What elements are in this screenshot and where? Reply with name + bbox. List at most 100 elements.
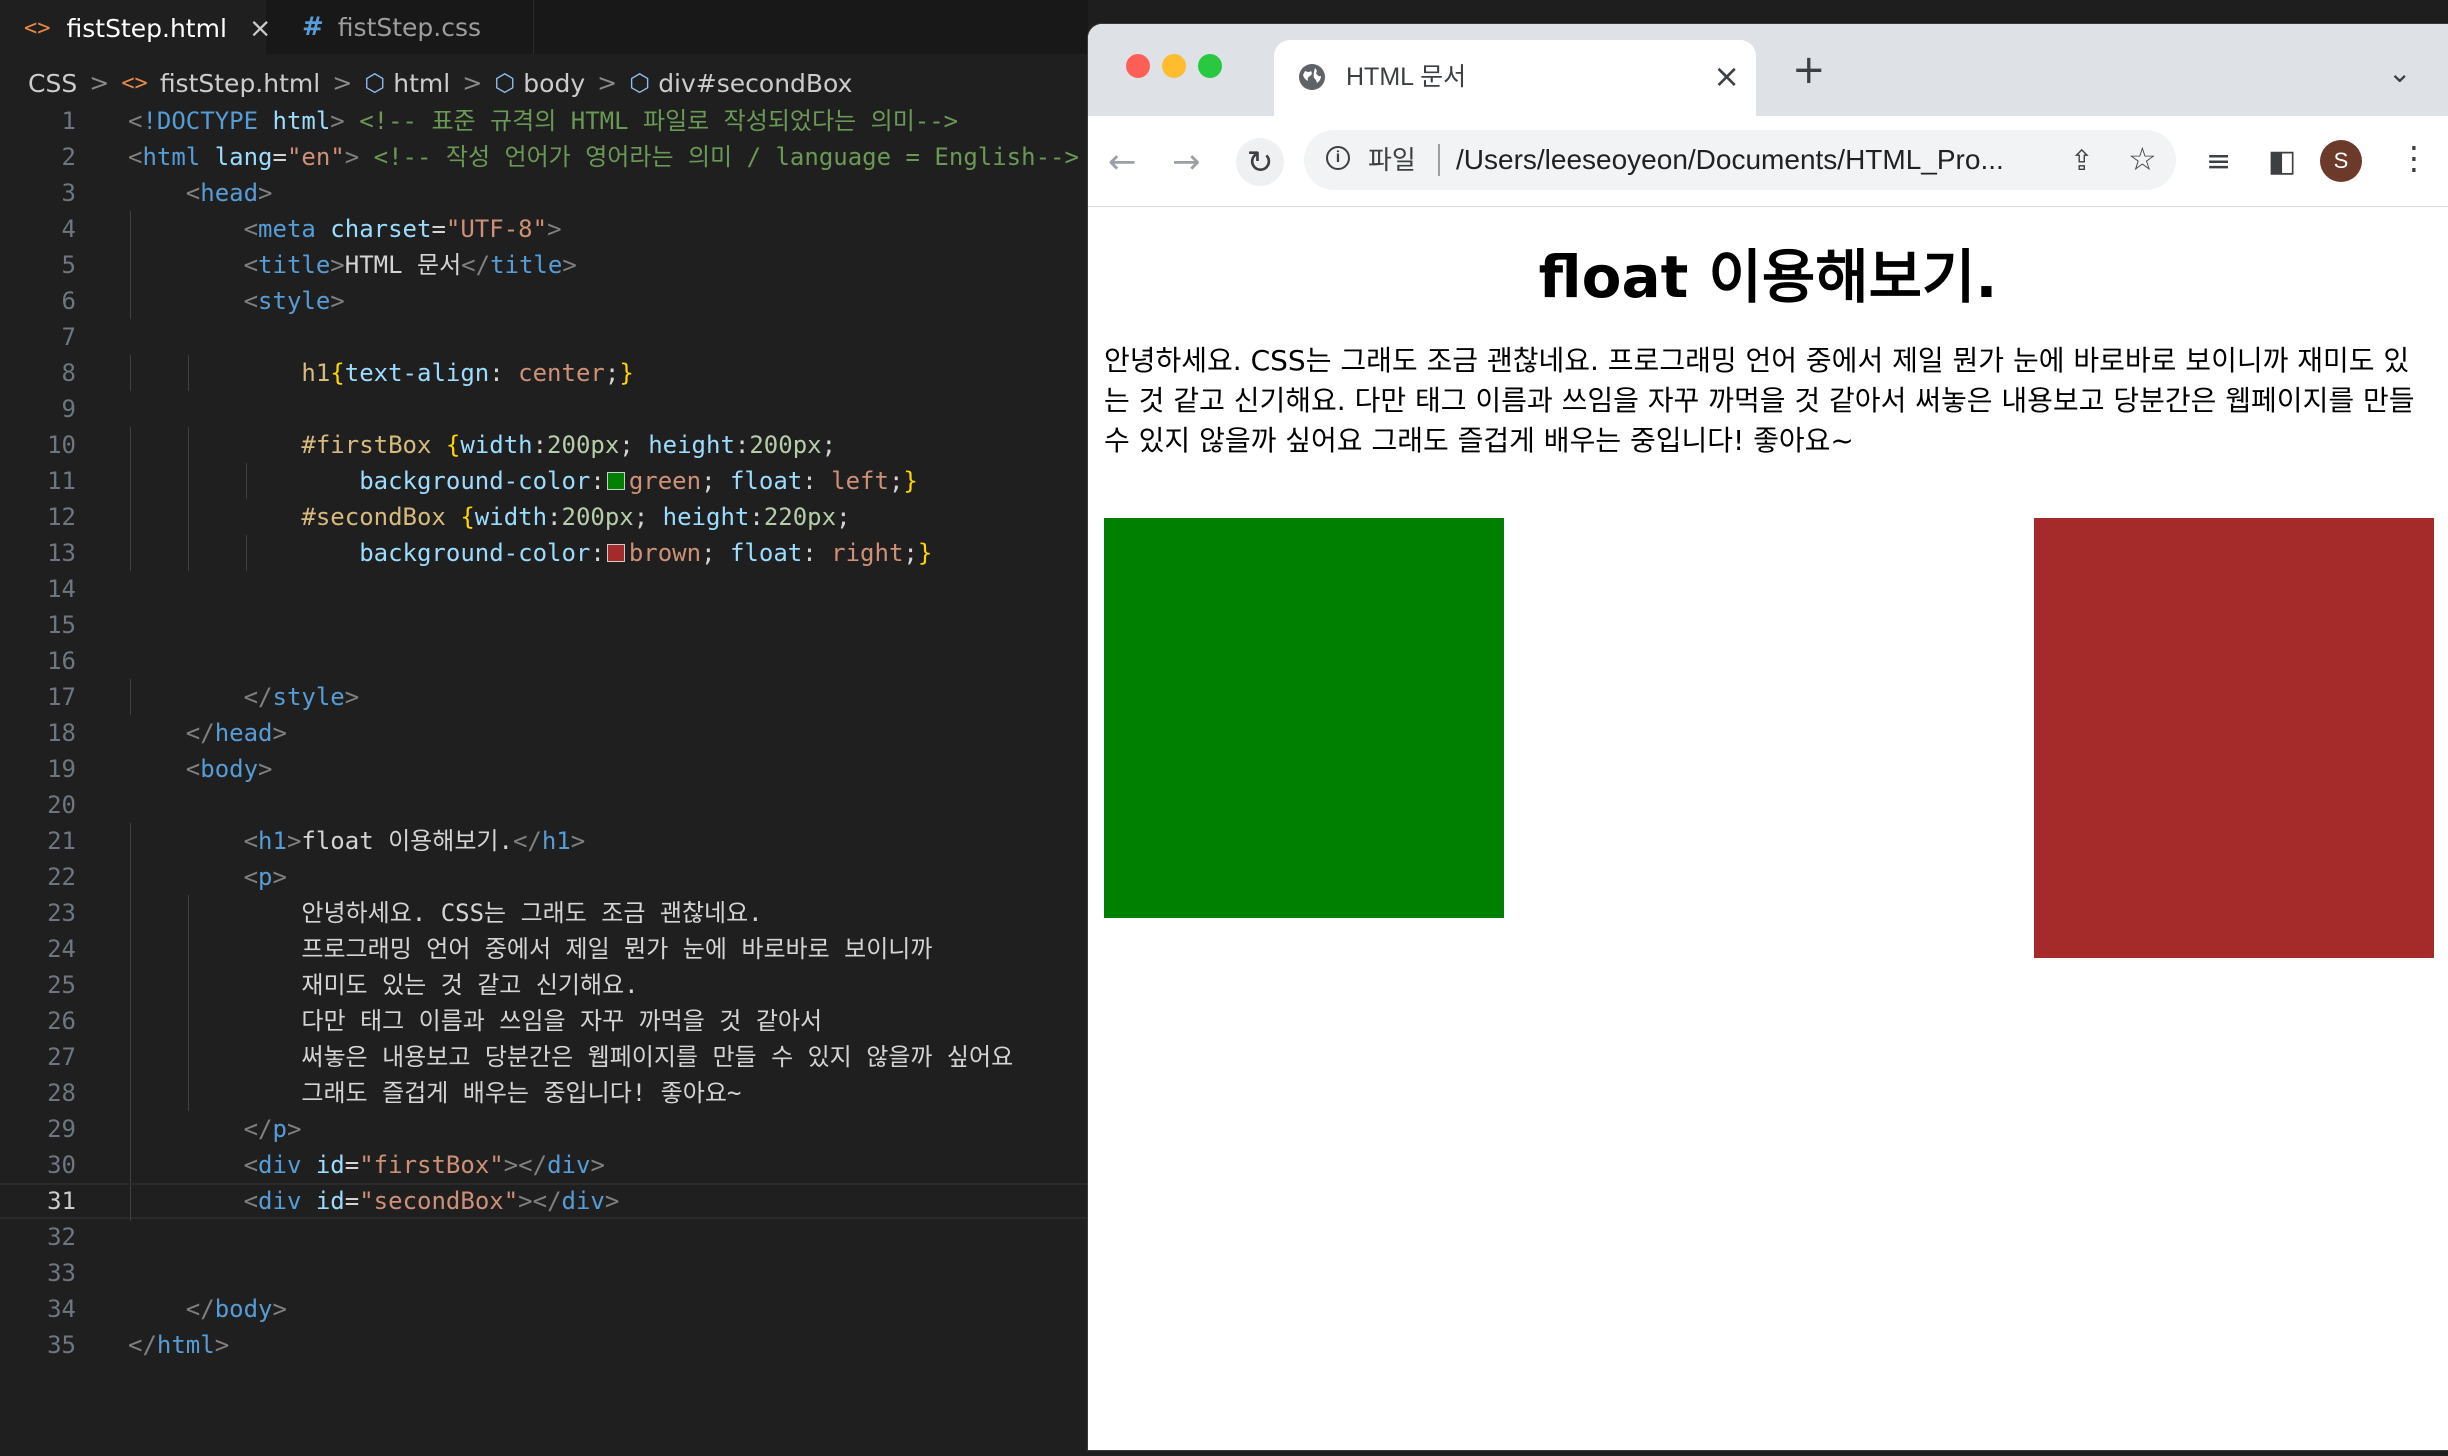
line-number: 9 xyxy=(61,395,76,423)
code-text: <p> xyxy=(243,863,287,891)
code-text: #firstBox {width:200px; height:200px; xyxy=(301,431,837,459)
breadcrumb-item[interactable]: html xyxy=(393,69,450,98)
code-line[interactable]: 19 <body> xyxy=(0,751,1088,787)
back-arrow-icon[interactable]: ← xyxy=(1108,142,1137,182)
address-bar[interactable]: i 파일 /Users/leeseoyeon/Documents/HTML_Pr… xyxy=(1304,130,2176,190)
line-number: 7 xyxy=(61,323,76,351)
code-line[interactable]: 32 xyxy=(0,1219,1088,1255)
side-panel-icon[interactable]: ◧ xyxy=(2268,142,2296,182)
line-number: 30 xyxy=(47,1151,76,1179)
bookmark-star-icon[interactable]: ☆ xyxy=(2128,140,2157,178)
code-line[interactable]: 13 background-color: brown; float: right;… xyxy=(0,535,1088,571)
code-line[interactable]: 17 </style> xyxy=(0,679,1088,715)
code-line[interactable]: 31 <div id="secondBox"></div> xyxy=(0,1183,1088,1221)
code-text: background-color: green; float: left;} xyxy=(359,467,918,495)
close-window-button[interactable] xyxy=(1126,54,1150,78)
url-text[interactable]: /Users/leeseoyeon/Documents/HTML_Pro... xyxy=(1456,142,2004,178)
line-number: 33 xyxy=(47,1259,76,1287)
line-number: 3 xyxy=(61,179,76,207)
code-line[interactable]: 34 </body> xyxy=(0,1291,1088,1327)
code-line[interactable]: 7 xyxy=(0,319,1088,355)
browser-window: HTML 문서 × + ⌄ ← → ↻ i 파일 /Users/leeseoye… xyxy=(1088,24,2448,1450)
code-line[interactable]: 15 xyxy=(0,607,1088,643)
close-icon[interactable]: × xyxy=(1713,56,1740,96)
page-viewport: float 이용해보기. 안녕하세요. CSS는 그래도 조금 괜찮네요. 프로… xyxy=(1088,207,2448,1450)
code-line[interactable]: 35 </html> xyxy=(0,1327,1088,1363)
browser-toolbar: ← → ↻ i 파일 /Users/leeseoyeon/Documents/H… xyxy=(1088,116,2448,207)
new-tab-plus-icon[interactable]: + xyxy=(1792,50,1826,90)
close-icon[interactable]: × xyxy=(249,13,272,44)
code-line[interactable]: 6 <style> xyxy=(0,283,1088,319)
share-icon[interactable]: ⇪ xyxy=(2070,144,2093,177)
line-number: 20 xyxy=(47,791,76,819)
chevron-right-icon: > xyxy=(597,69,618,97)
line-number: 1 xyxy=(61,107,76,135)
browser-tab[interactable]: HTML 문서 × xyxy=(1274,40,1756,116)
breadcrumb-item[interactable]: CSS xyxy=(28,69,77,98)
code-area[interactable]: 1 <!DOCTYPE html> <!-- 표준 규격의 HTML 파일로 작성… xyxy=(0,103,1088,1363)
code-line[interactable]: 20 xyxy=(0,787,1088,823)
code-line[interactable]: 21 <h1>float 이용해보기.</h1> xyxy=(0,823,1088,859)
reload-icon[interactable]: ↻ xyxy=(1236,138,1284,186)
code-text: <div id="firstBox"></div> xyxy=(243,1151,605,1179)
code-line[interactable]: 23 안녕하세요. CSS는 그래도 조금 괜찮네요. xyxy=(0,895,1088,931)
file-scheme-label: 파일 xyxy=(1368,145,1416,175)
code-line[interactable]: 24 프로그래밍 언어 중에서 제일 뭔가 눈에 바로바로 보이니까 xyxy=(0,931,1088,967)
more-menu-icon[interactable]: ⋮ xyxy=(2398,138,2430,178)
code-line[interactable]: 18 </head> xyxy=(0,715,1088,751)
tab-fiststep-html[interactable]: <> fistStep.html × xyxy=(0,0,272,54)
code-line[interactable]: 3 <head> xyxy=(0,175,1088,211)
code-line[interactable]: 1 <!DOCTYPE html> <!-- 표준 규격의 HTML 파일로 작성… xyxy=(0,103,1088,139)
line-number: 19 xyxy=(47,755,76,783)
code-line[interactable]: 4 <meta charset="UTF-8"> xyxy=(0,211,1088,247)
code-line[interactable]: 11 background-color: green; float: left;} xyxy=(0,463,1088,499)
code-line[interactable]: 28 그래도 즐겁게 배우는 중입니다! 좋아요~ xyxy=(0,1075,1088,1111)
code-line[interactable]: 25 재미도 있는 것 같고 신기해요. xyxy=(0,967,1088,1003)
avatar[interactable]: S xyxy=(2320,140,2362,182)
code-line[interactable]: 14 xyxy=(0,571,1088,607)
code-line[interactable]: 2 <html lang="en"> <!-- 작성 언어가 영어라는 의미 / … xyxy=(0,139,1088,175)
breadcrumb-item[interactable]: fistStep.html xyxy=(160,69,320,98)
breadcrumb-item[interactable]: body xyxy=(523,69,585,98)
code-line[interactable]: 26 다만 태그 이름과 쓰임을 자꾸 까먹을 것 같아서 xyxy=(0,1003,1088,1039)
editor-tab-bar: <> fistStep.html × # fistStep.css xyxy=(0,0,1088,54)
zoom-window-button[interactable] xyxy=(1198,54,1222,78)
first-box-green xyxy=(1104,518,1504,918)
code-line[interactable]: 9 xyxy=(0,391,1088,427)
code-line[interactable]: 29 </p> xyxy=(0,1111,1088,1147)
code-text: </head> xyxy=(185,719,287,747)
page-paragraph: 안녕하세요. CSS는 그래도 조금 괜찮네요. 프로그래밍 언어 중에서 제일… xyxy=(1104,344,2415,457)
info-icon[interactable]: i xyxy=(1326,146,1350,170)
code-line[interactable]: 22 <p> xyxy=(0,859,1088,895)
breadcrumb-item[interactable]: div#secondBox xyxy=(658,69,852,98)
line-number: 18 xyxy=(47,719,76,747)
divider xyxy=(1438,144,1440,176)
tab-label: fistStep.css xyxy=(337,12,482,42)
breadcrumb: CSS > <> fistStep.html > ⬡ html > ⬡ body… xyxy=(28,64,852,102)
chevron-down-icon[interactable]: ⌄ xyxy=(2388,56,2411,89)
reading-list-icon[interactable]: ≡ xyxy=(2206,142,2231,182)
code-line[interactable]: 27 써놓은 내용보고 당분간은 웹페이지를 만들 수 있지 않을까 싶어요 xyxy=(0,1039,1088,1075)
line-number: 11 xyxy=(47,467,76,495)
line-number: 13 xyxy=(47,539,76,567)
forward-arrow-icon[interactable]: → xyxy=(1172,142,1201,182)
code-line[interactable]: 8 h1{text-align: center;} xyxy=(0,355,1088,391)
line-number: 6 xyxy=(61,287,76,315)
code-text: 그래도 즐겁게 배우는 중입니다! 좋아요~ xyxy=(128,1079,742,1107)
code-line[interactable]: 16 xyxy=(0,643,1088,679)
minimize-window-button[interactable] xyxy=(1162,54,1186,78)
chevron-right-icon: > xyxy=(462,69,483,97)
line-number: 23 xyxy=(47,899,76,927)
code-text: <body> xyxy=(185,755,273,783)
line-number: 12 xyxy=(47,503,76,531)
code-line[interactable]: 10 #firstBox {width:200px; height:200px; xyxy=(0,427,1088,463)
code-line[interactable]: 12 #secondBox {width:200px; height:220px… xyxy=(0,499,1088,535)
tab-fiststep-css[interactable]: # fistStep.css xyxy=(270,0,534,54)
line-number: 24 xyxy=(47,935,76,963)
code-line[interactable]: 30 <div id="firstBox"></div> xyxy=(0,1147,1088,1183)
line-number: 29 xyxy=(47,1115,76,1143)
line-number: 2 xyxy=(61,143,76,171)
code-line[interactable]: 5 <title>HTML 문서</title> xyxy=(0,247,1088,283)
code-line[interactable]: 33 xyxy=(0,1255,1088,1291)
code-text: </p> xyxy=(243,1115,302,1143)
